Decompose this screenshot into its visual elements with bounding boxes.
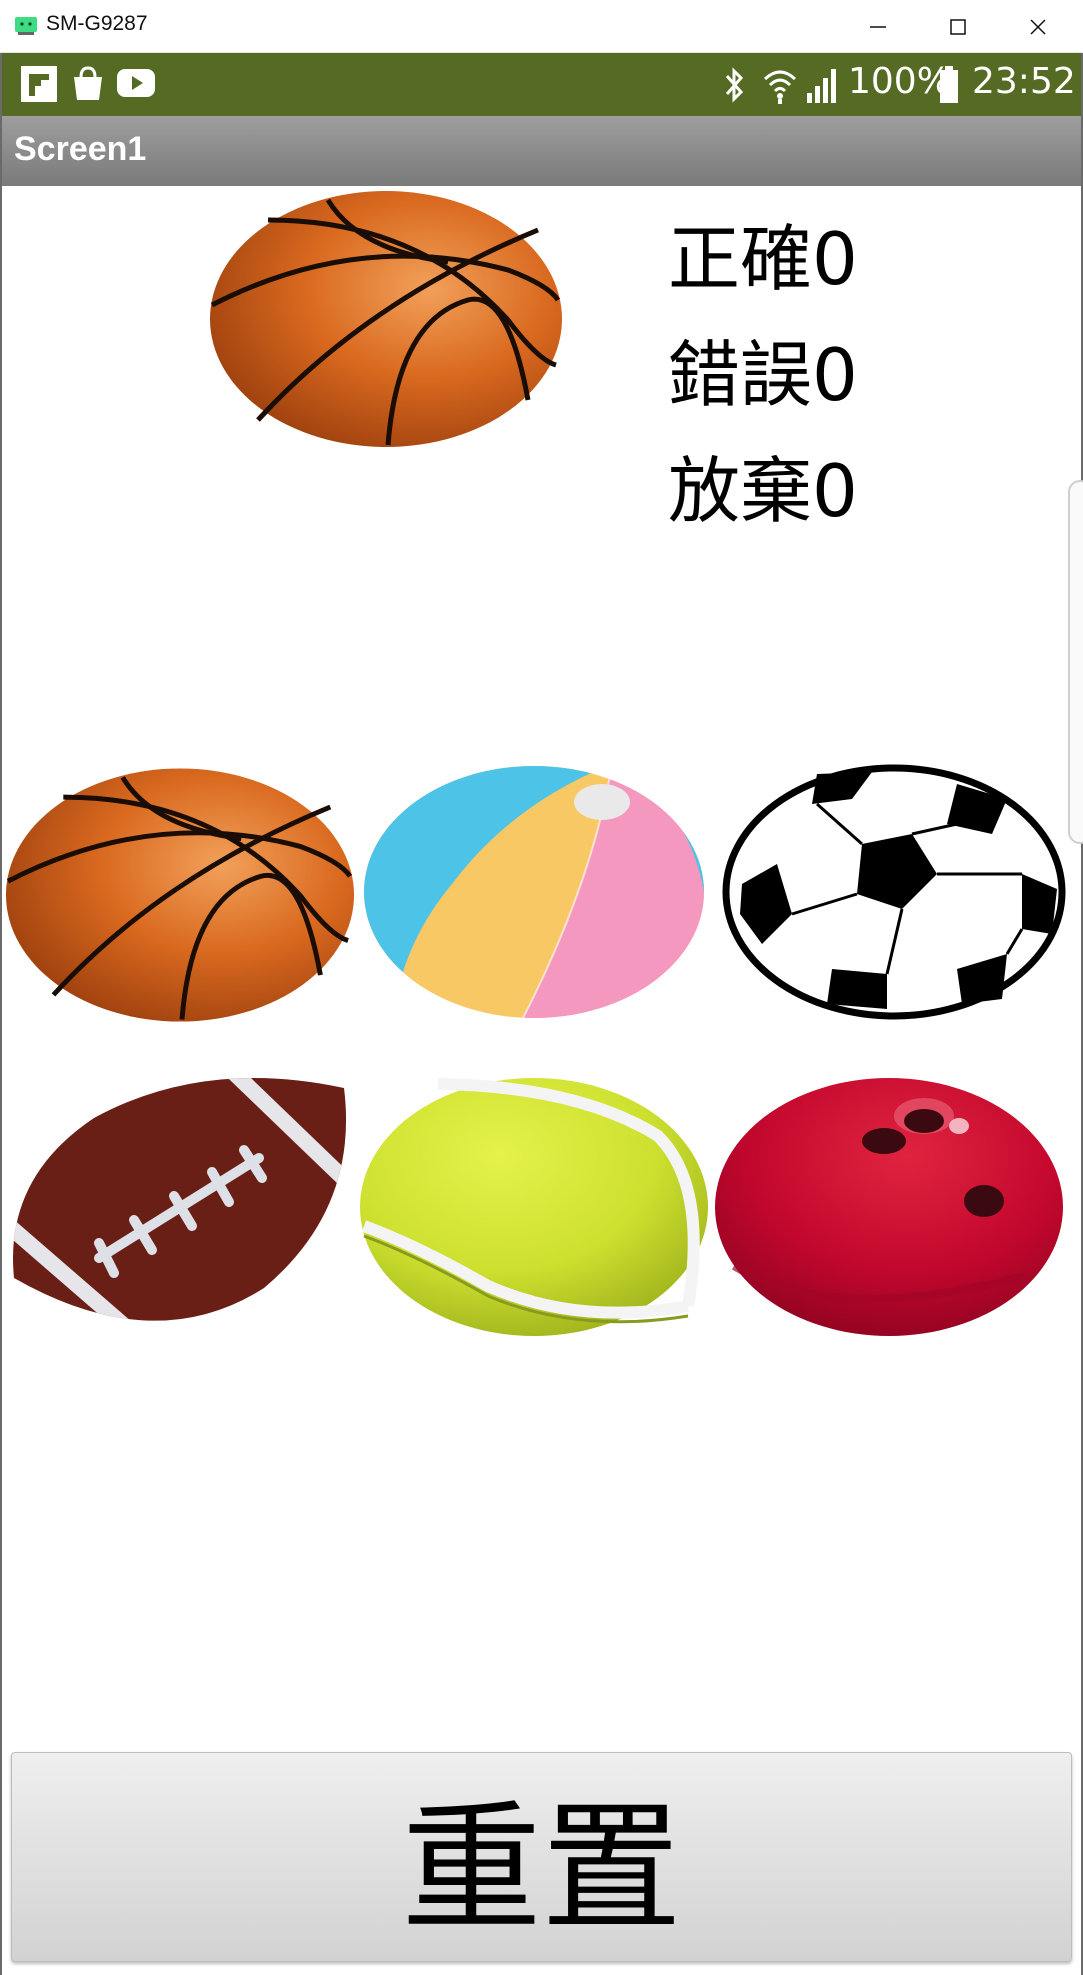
wifi-icon [763,70,797,104]
giveup-score: 放棄0 [668,432,858,537]
choice-soccer-ball-button[interactable] [722,764,1066,1020]
correct-value: 0 [812,217,858,301]
correct-score: 正確0 [668,200,858,305]
correct-label: 正確 [668,217,813,301]
giveup-value: 0 [812,449,858,533]
wrong-score: 錯誤0 [668,316,858,421]
choice-football-button[interactable] [4,1078,356,1338]
flipboard-icon [21,66,57,102]
giveup-label: 放棄 [668,449,813,533]
choice-basketball-button[interactable] [4,766,356,1024]
minimize-button[interactable] [840,0,920,53]
choice-tennis-ball-button[interactable] [358,1076,710,1338]
screen-title: Screen1 [14,130,147,168]
target-basketball-image [210,191,562,447]
shopping-bag-icon [74,66,102,100]
window-title: SM-G9287 [46,12,148,35]
minimize-icon [870,26,886,28]
window-frame-left [0,53,2,1975]
side-edge-handle[interactable] [1068,480,1083,844]
app-bar: Screen1 [2,116,1081,186]
close-button[interactable] [1000,0,1080,53]
battery-icon [940,66,958,103]
window-titlebar: SM-G9287 [0,0,1083,53]
maximize-button[interactable] [920,0,1000,53]
bluetooth-icon [725,67,744,103]
choice-beach-ball-button[interactable] [362,764,706,1020]
reset-button[interactable]: 重置 [11,1752,1072,1962]
android-app-icon [15,17,37,35]
signal-icon [807,69,836,103]
clock: 23:52 [972,61,1076,102]
battery-percentage: 100% [848,61,951,102]
wrong-value: 0 [812,333,858,417]
close-icon [1030,19,1046,35]
status-bar: 100% 23:52 [2,53,1081,116]
youtube-icon [117,69,155,97]
maximize-icon [950,19,966,35]
reset-button-label: 重置 [401,1788,682,1951]
choice-bowling-ball-button[interactable] [714,1076,1064,1338]
wrong-label: 錯誤 [668,333,813,417]
